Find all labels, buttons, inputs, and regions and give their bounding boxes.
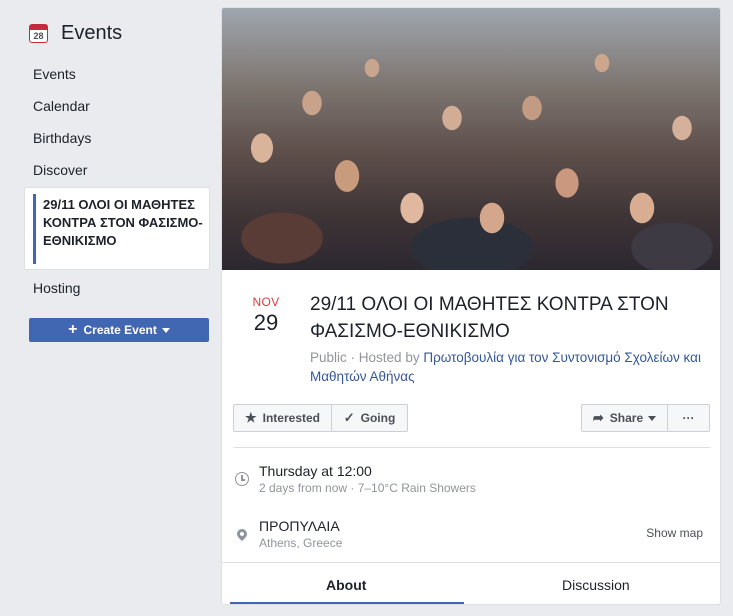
caret-down-icon — [648, 415, 657, 421]
event-cover-photo[interactable] — [222, 8, 720, 270]
share-arrow-icon: ➦ — [592, 410, 604, 425]
check-icon: ✓ — [343, 410, 355, 425]
event-time-subtext: 2 days from now · 7–10°C Rain Showers — [259, 481, 476, 495]
active-tab-underline — [230, 602, 464, 604]
event-visibility: Public — [310, 350, 347, 365]
sidebar-item-discover[interactable]: Discover — [33, 162, 87, 178]
calendar-day-number: 28 — [33, 30, 44, 41]
sidebar-header[interactable]: 28 Events — [29, 20, 122, 46]
event-date-month: NOV — [252, 295, 280, 309]
create-event-button[interactable]: + Create Event — [29, 318, 209, 342]
sidebar-item-birthdays[interactable]: Birthdays — [33, 130, 91, 146]
event-location[interactable]: ΠΡΟΠΥΛΑΙΑ — [259, 518, 340, 534]
plus-icon: + — [68, 321, 78, 338]
going-button[interactable]: ✓ Going — [331, 404, 408, 432]
tab-discussion[interactable]: Discussion — [562, 577, 630, 593]
interested-label: Interested — [262, 411, 320, 425]
event-meta: Public · Hosted by Πρωτοβουλία για τον Σ… — [310, 348, 710, 386]
event-title: 29/11 ΟΛΟΙ ΟΙ ΜΑΘΗΤΕΣ ΚΟΝΤΡΑ ΣΤΟΝ ΦΑΣΙΣΜ… — [310, 294, 669, 342]
location-pin-icon — [234, 526, 250, 542]
event-time: Thursday at 12:00 — [259, 463, 372, 479]
sidebar-title: Events — [61, 21, 123, 44]
show-map-link[interactable]: Show map — [646, 526, 703, 540]
active-indicator — [33, 194, 36, 264]
sidebar-item-calendar[interactable]: Calendar — [33, 98, 90, 114]
sidebar-item-hosting[interactable]: Hosting — [33, 280, 80, 296]
calendar-icon: 28 — [29, 23, 48, 43]
caret-down-icon — [161, 327, 170, 333]
more-dots-icon: ··· — [682, 411, 695, 425]
sidebar-item-events[interactable]: Events — [33, 66, 76, 82]
sidebar-item-current-event-label: 29/11 ΟΛΟΙ ΟΙ ΜΑΘΗΤΕΣ ΚΟΝΤΡΑ ΣΤΟΝ ΦΑΣΙΣΜ… — [43, 197, 203, 248]
event-date-day: 29 — [253, 310, 279, 335]
create-event-label: Create Event — [83, 323, 157, 337]
hosted-by-prefix: · Hosted by — [350, 350, 420, 365]
tabs-divider — [222, 562, 720, 563]
sidebar-item-current-event[interactable]: 29/11 ΟΛΟΙ ΟΙ ΜΑΘΗΤΕΣ ΚΟΝΤΡΑ ΣΤΟΝ ΦΑΣΙΣΜ… — [24, 187, 210, 270]
star-icon: ★ — [244, 410, 257, 425]
event-card: NOV 29 29/11 ΟΛΟΙ ΟΙ ΜΑΘΗΤΕΣ ΚΟΝΤΡΑ ΣΤΟΝ… — [221, 7, 721, 605]
share-button[interactable]: ➦ Share — [581, 404, 668, 432]
sidebar: 28 Events Events Calendar Birthdays Disc… — [0, 0, 215, 616]
more-options-button[interactable]: ··· — [667, 404, 710, 432]
event-location-subtext: Athens, Greece — [259, 536, 343, 550]
going-label: Going — [360, 411, 396, 425]
share-label: Share — [609, 411, 644, 425]
divider — [234, 447, 710, 448]
clock-icon — [235, 472, 249, 486]
tab-about[interactable]: About — [326, 577, 366, 593]
interested-button[interactable]: ★ Interested — [233, 404, 332, 432]
